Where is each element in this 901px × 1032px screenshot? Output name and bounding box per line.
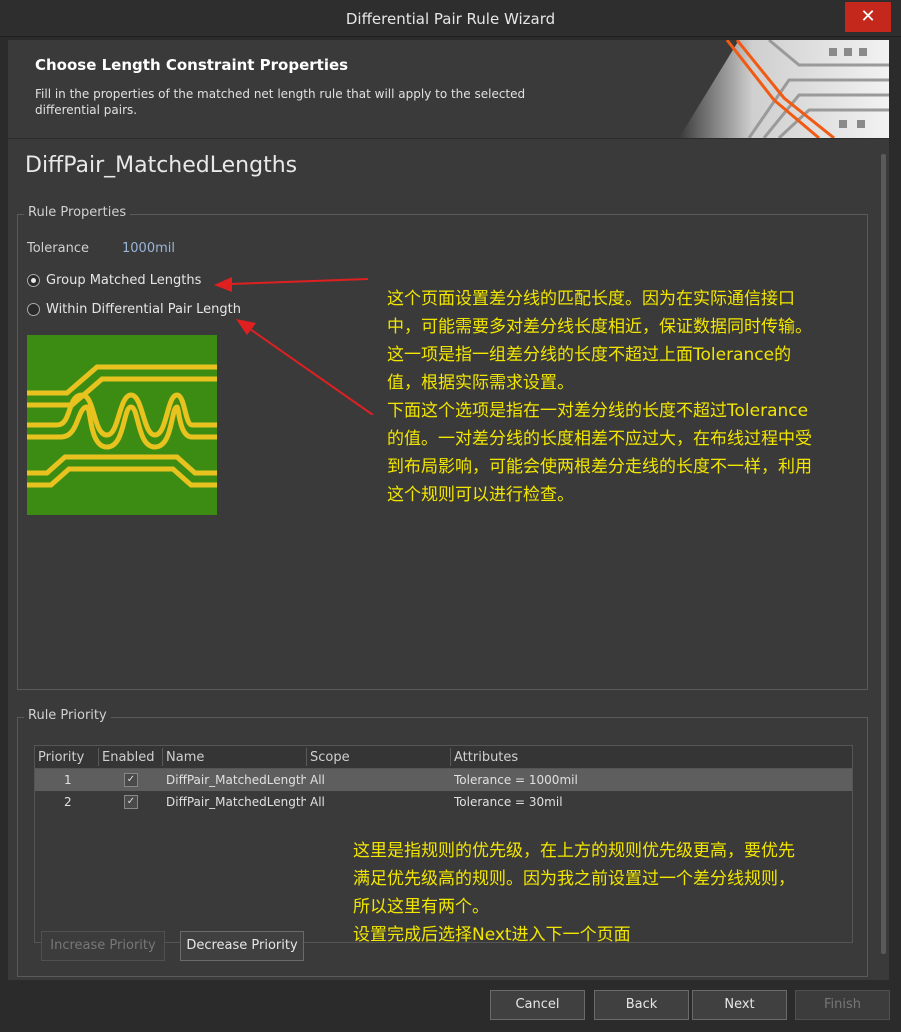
column-header-name[interactable]: Name — [166, 750, 204, 765]
cancel-button[interactable]: Cancel — [490, 990, 585, 1020]
scrollbar-thumb[interactable] — [881, 154, 886, 954]
rule-name-title: DiffPair_MatchedLengths — [25, 153, 298, 178]
attributes-cell: Tolerance = 1000mil — [454, 773, 578, 787]
next-button[interactable]: Next — [692, 990, 787, 1020]
wizard-content: DiffPair_MatchedLengths Rule Properties … — [8, 139, 889, 980]
column-separator — [306, 748, 307, 766]
column-header-enabled[interactable]: Enabled — [102, 750, 155, 765]
annotation-arrows — [214, 277, 374, 415]
note-line: 设置完成后选择Next进入下一个页面 — [353, 925, 631, 945]
table-row[interactable]: 2 ✓ DiffPair_MatchedLengths All Toleranc… — [35, 791, 852, 813]
name-cell: DiffPair_MatchedLengths — [166, 795, 306, 809]
grid-header: Priority Enabled Name Scope Attributes — [35, 746, 852, 769]
table-row[interactable]: 1 ✓ DiffPair_MatchedLengths All Toleranc… — [35, 769, 852, 791]
note-line: 下面这个选项是指在一对差分线的长度不超过Tolerance — [387, 401, 809, 421]
increase-priority-button[interactable]: Increase Priority — [41, 931, 165, 961]
annotation-note-bottom: 这里是指规则的优先级，在上方的规则优先级更高，要优先 满足优先级高的规则。因为我… — [353, 837, 795, 949]
annotation-note-top: 这个页面设置差分线的匹配长度。因为在实际通信接口 中，可能需要多对差分线长度相近… — [387, 285, 812, 509]
finish-button[interactable]: Finish — [795, 990, 890, 1020]
pcb-banner-image — [679, 40, 889, 138]
column-separator — [450, 748, 451, 766]
note-line: 这个规则可以进行检查。 — [387, 485, 574, 505]
back-button[interactable]: Back — [594, 990, 689, 1020]
note-line: 的值。一对差分线的长度相差不应过大，在布线过程中受 — [387, 429, 812, 449]
window-title: Differential Pair Rule Wizard — [345, 10, 556, 28]
note-line: 值，根据实际需求设置。 — [387, 373, 574, 393]
decrease-priority-button[interactable]: Decrease Priority — [180, 931, 304, 961]
column-header-priority[interactable]: Priority — [38, 750, 84, 765]
enabled-checkbox[interactable]: ✓ — [124, 795, 138, 809]
scope-cell: All — [310, 795, 325, 809]
content-scrollbar[interactable] — [880, 150, 887, 970]
priority-cell: 1 — [64, 773, 72, 787]
wizard-footer: Cancel Back Next Finish — [0, 981, 901, 1032]
note-line: 到布局影响，可能会使两根差分走线的长度不一样，利用 — [387, 457, 812, 477]
column-header-attributes[interactable]: Attributes — [454, 750, 518, 765]
column-separator — [98, 748, 99, 766]
note-line: 这一项是指一组差分线的长度不超过上面Tolerance的 — [387, 345, 792, 365]
enabled-checkbox[interactable]: ✓ — [124, 773, 138, 787]
close-icon[interactable]: ✕ — [845, 2, 891, 32]
wizard-header: Choose Length Constraint Properties Fill… — [8, 40, 889, 138]
note-line: 中，可能需要多对差分线长度相近，保证数据同时传输。 — [387, 317, 812, 337]
attributes-cell: Tolerance = 30mil — [454, 795, 563, 809]
column-separator — [162, 748, 163, 766]
note-line: 满足优先级高的规则。因为我之前设置过一个差分线规则， — [353, 869, 795, 889]
rule-priority-label: Rule Priority — [24, 708, 111, 723]
column-header-scope[interactable]: Scope — [310, 750, 350, 765]
name-cell: DiffPair_MatchedLengths — [166, 773, 306, 787]
scope-cell: All — [310, 773, 325, 787]
note-line: 所以这里有两个。 — [353, 897, 489, 917]
header-description: Fill in the properties of the matched ne… — [35, 87, 526, 117]
priority-cell: 2 — [64, 795, 72, 809]
header-title: Choose Length Constraint Properties — [35, 56, 349, 74]
title-bar: Differential Pair Rule Wizard ✕ — [0, 0, 901, 37]
note-line: 这个页面设置差分线的匹配长度。因为在实际通信接口 — [387, 289, 795, 309]
note-line: 这里是指规则的优先级，在上方的规则优先级更高，要优先 — [353, 841, 795, 861]
